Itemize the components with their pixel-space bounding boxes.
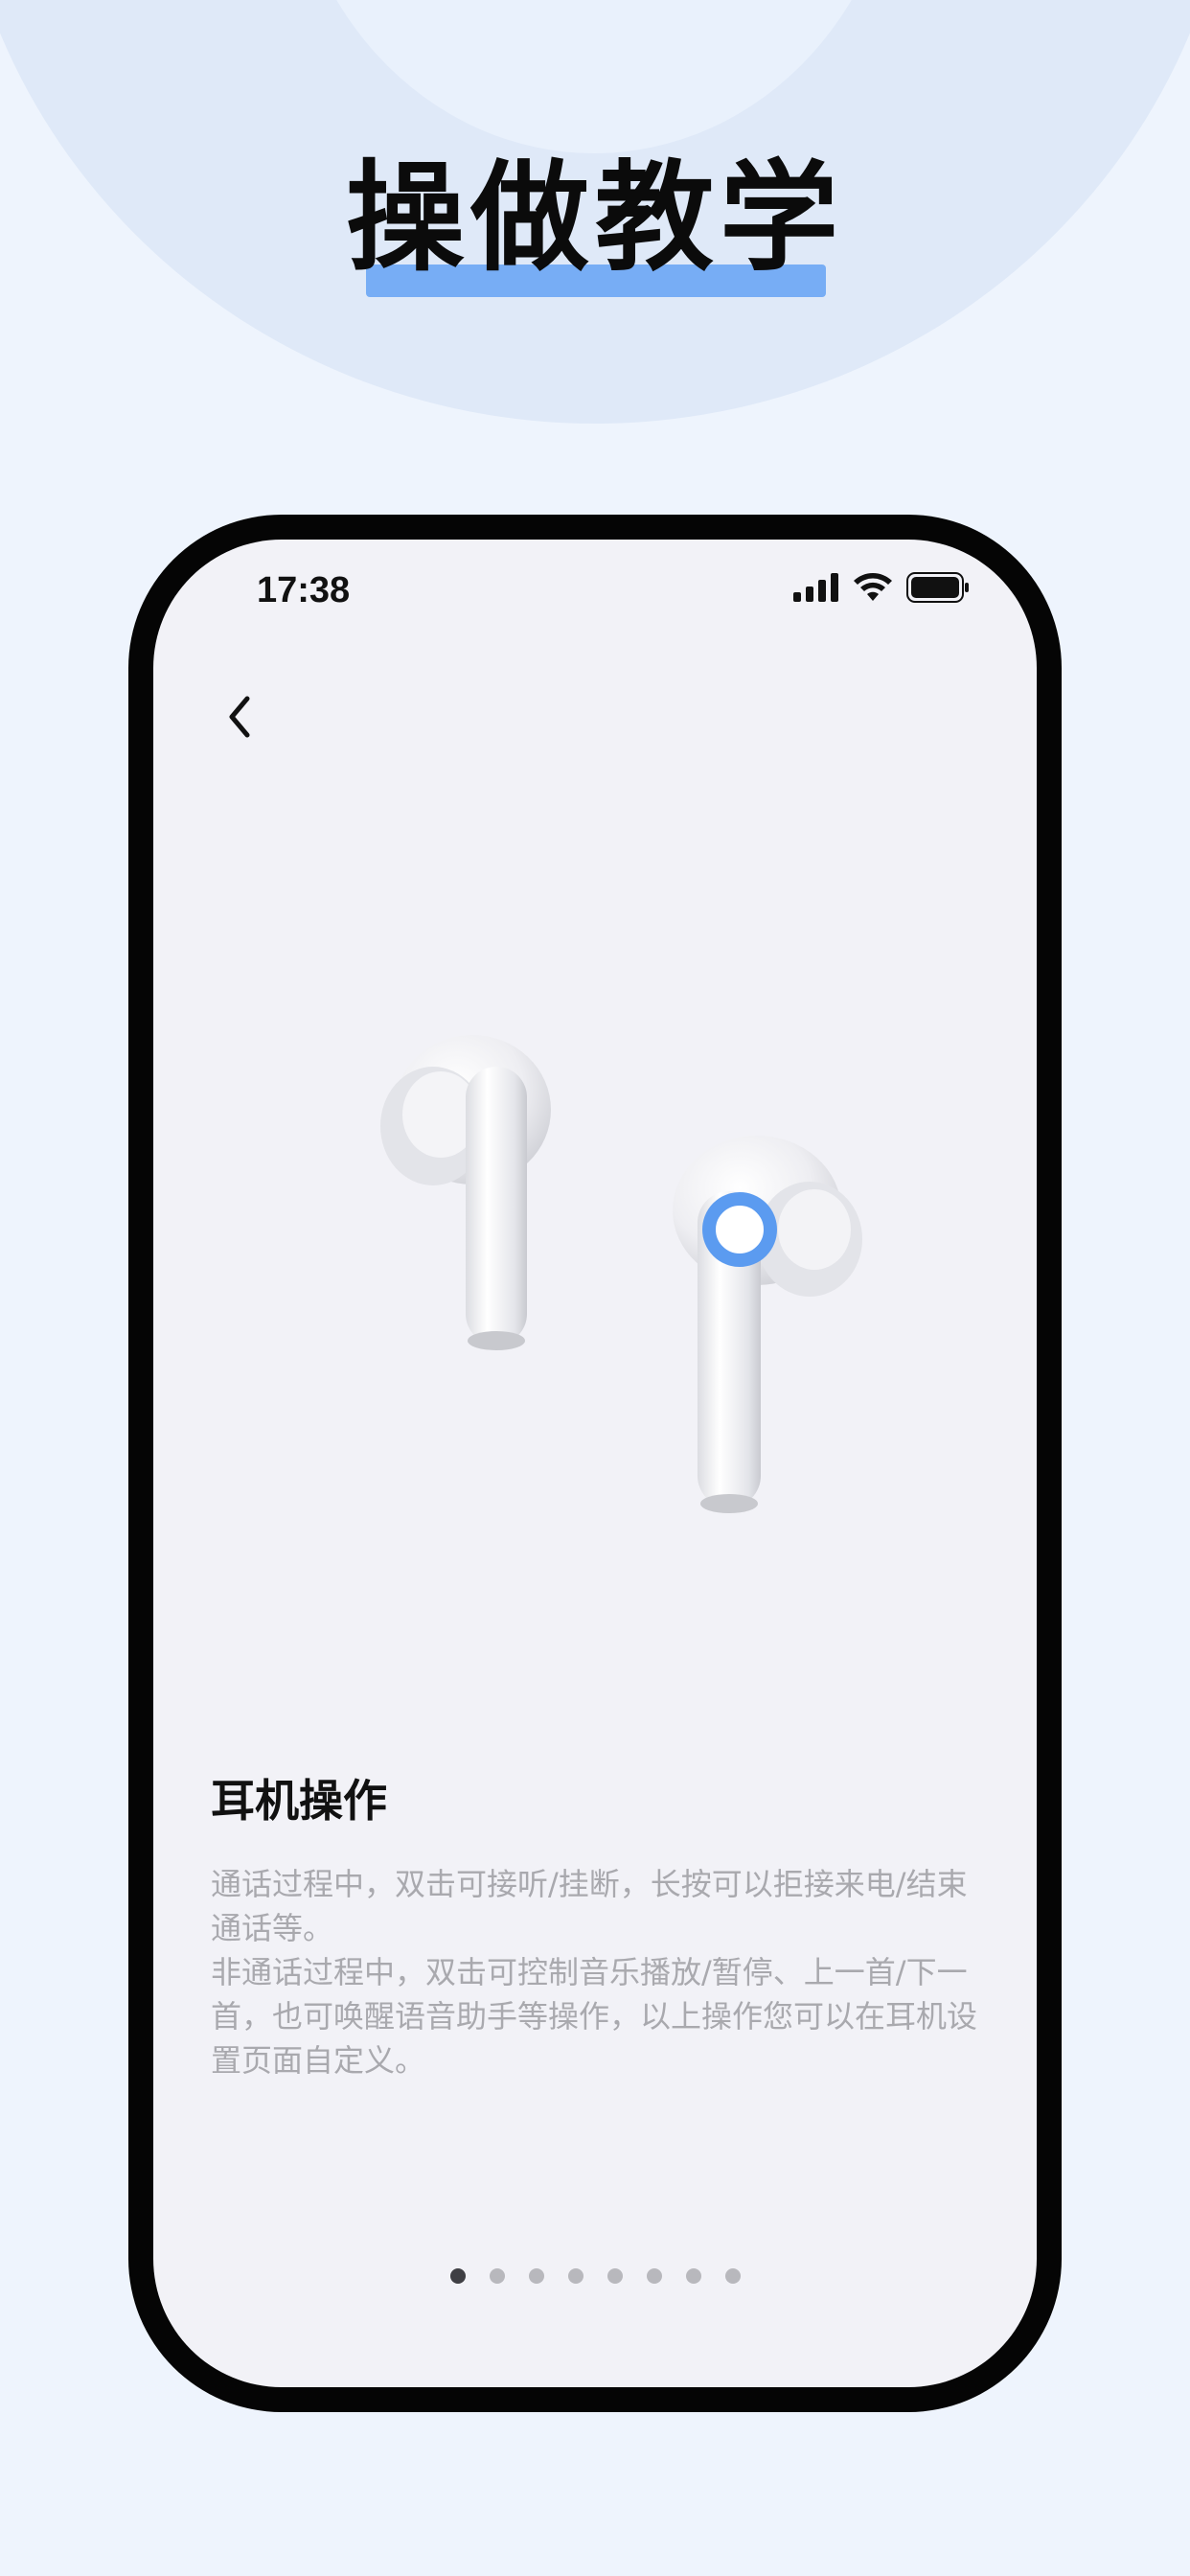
page-dot[interactable]	[489, 2268, 505, 2284]
page-dot[interactable]	[606, 2268, 623, 2284]
page-dot[interactable]	[685, 2268, 701, 2284]
page-dot[interactable]	[528, 2268, 544, 2284]
page-dot[interactable]	[724, 2268, 741, 2284]
earbuds-illustration	[380, 1035, 862, 1513]
right-earbud	[673, 1136, 862, 1513]
description-paragraph-2: 非通话过程中，双击可控制音乐播放/暂停、上一首/下一首，也可唤醒语音助手等操作，…	[211, 1954, 978, 2079]
section-title: 耳机操作	[211, 1775, 387, 1827]
page-dot[interactable]	[646, 2268, 662, 2284]
hero-title-container: 操做教学	[0, 151, 1190, 286]
left-earbud	[380, 1035, 551, 1350]
touch-ring-icon	[702, 1192, 777, 1267]
page-title: 操做教学	[345, 150, 844, 288]
page-indicator	[153, 2268, 1037, 2284]
phone-screen: 17:38 耳机操作 通话过程中，双击可接听/挂断，长按可以拒接来电/结束通话等…	[153, 540, 1037, 2387]
page-dot[interactable]	[449, 2268, 466, 2284]
section-description: 通话过程中，双击可接听/挂断，长按可以拒接来电/结束通话等。 非通话过程中，双击…	[211, 1862, 977, 2082]
phone-frame: 17:38 耳机操作 通话过程中，双击可接听/挂断，长按可以拒接来电/结束通话等…	[128, 515, 1062, 2412]
description-paragraph-1: 通话过程中，双击可接听/挂断，长按可以拒接来电/结束通话等。	[211, 1866, 968, 1946]
page-dot[interactable]	[567, 2268, 584, 2284]
